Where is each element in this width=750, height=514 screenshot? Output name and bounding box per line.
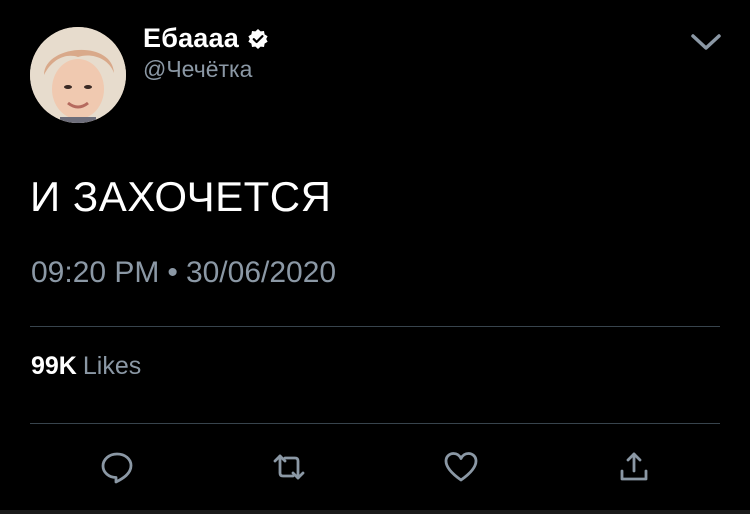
chevron-down-icon[interactable]	[688, 28, 724, 56]
tweet-text: И ЗАХОЧЕТСЯ	[30, 173, 332, 220]
avatar[interactable]	[30, 27, 126, 123]
tweet-time: 09:20 PM	[31, 256, 160, 289]
tweet-date: 30/06/2020	[185, 256, 337, 289]
author-name-row: Ебаааа	[143, 23, 269, 54]
likes-label: Likes	[82, 352, 142, 380]
divider	[30, 326, 720, 327]
reply-icon[interactable]	[99, 449, 135, 485]
screen-bottom-edge	[0, 510, 750, 514]
share-icon[interactable]	[616, 449, 652, 485]
likes-count: 99K	[31, 352, 77, 380]
verified-badge-icon	[247, 28, 269, 50]
handle[interactable]: @Чечётка	[143, 56, 252, 83]
retweet-icon[interactable]	[271, 449, 307, 485]
display-name[interactable]: Ебаааа	[143, 23, 239, 54]
divider	[30, 423, 720, 424]
meta-separator: •	[167, 256, 178, 289]
heart-icon[interactable]	[443, 449, 479, 485]
likes-stat[interactable]: 99K Likes	[31, 352, 141, 381]
tweet-timestamp[interactable]: 09:20 PM • 30/06/2020	[31, 256, 336, 290]
